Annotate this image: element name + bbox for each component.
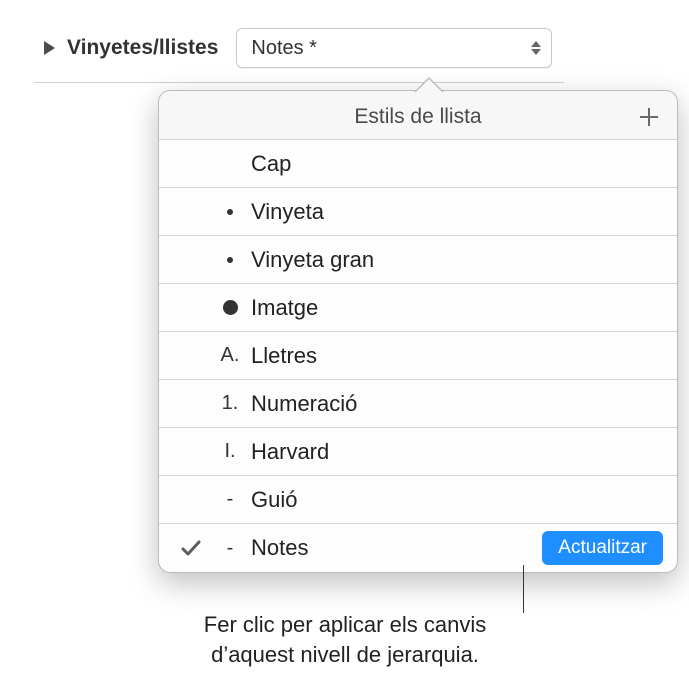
update-button[interactable]: Actualitzar [542, 531, 663, 565]
style-item-notes[interactable]: - Notes Actualitzar [159, 524, 677, 572]
style-item-lletres[interactable]: A. Lletres [159, 332, 677, 380]
callout-line2: d’aquest nivell de jerarquia. [211, 642, 479, 667]
bullet-small-icon [213, 257, 247, 263]
style-label: Cap [247, 151, 663, 177]
callout-text: Fer clic per aplicar els canvis d’aquest… [130, 610, 560, 669]
section-label: Vinyetes/llistes [67, 36, 218, 60]
bullet-small-icon [213, 209, 247, 215]
style-item-numeracio[interactable]: 1. Numeració [159, 380, 677, 428]
marker-roman: I. [213, 440, 247, 463]
add-style-button[interactable] [635, 103, 663, 131]
callout-leader-line [523, 565, 524, 613]
checkmark-icon [179, 536, 203, 560]
style-item-harvard[interactable]: I. Harvard [159, 428, 677, 476]
inspector-panel: Vinyetes/llistes Notes * [34, 0, 564, 83]
chevron-updown-icon [531, 41, 541, 55]
style-item-vinyeta[interactable]: Vinyeta [159, 188, 677, 236]
disclosure-triangle-icon[interactable] [44, 41, 55, 55]
style-item-vinyeta-gran[interactable]: Vinyeta gran [159, 236, 677, 284]
marker-dash: - [213, 537, 247, 560]
callout-line1: Fer clic per aplicar els canvis [204, 612, 486, 637]
list-styles-popover: Estils de llista Cap Vinyeta Vinyeta gra… [158, 90, 678, 573]
list-style-select[interactable]: Notes * [236, 28, 552, 68]
marker-dash: - [213, 488, 247, 511]
style-label: Vinyeta gran [247, 247, 663, 273]
style-list: Cap Vinyeta Vinyeta gran Imatge A. Lletr… [159, 139, 677, 572]
check-column [169, 536, 213, 560]
style-label: Vinyeta [247, 199, 663, 225]
bullets-lists-section: Vinyetes/llistes Notes * [34, 20, 564, 83]
style-label: Guió [247, 487, 663, 513]
popover-title-text: Estils de llista [354, 105, 481, 128]
list-style-selected-value: Notes * [251, 37, 317, 60]
marker-number: 1. [213, 392, 247, 415]
style-label: Notes [247, 535, 542, 561]
style-item-cap[interactable]: Cap [159, 140, 677, 188]
style-item-guio[interactable]: - Guió [159, 476, 677, 524]
style-label: Harvard [247, 439, 663, 465]
marker-letter: A. [213, 344, 247, 367]
style-label: Numeració [247, 391, 663, 417]
popover-title: Estils de llista [159, 91, 677, 139]
plus-icon [638, 106, 660, 128]
style-label: Imatge [247, 295, 663, 321]
style-item-imatge[interactable]: Imatge [159, 284, 677, 332]
style-label: Lletres [247, 343, 663, 369]
bullet-image-icon [213, 300, 247, 315]
